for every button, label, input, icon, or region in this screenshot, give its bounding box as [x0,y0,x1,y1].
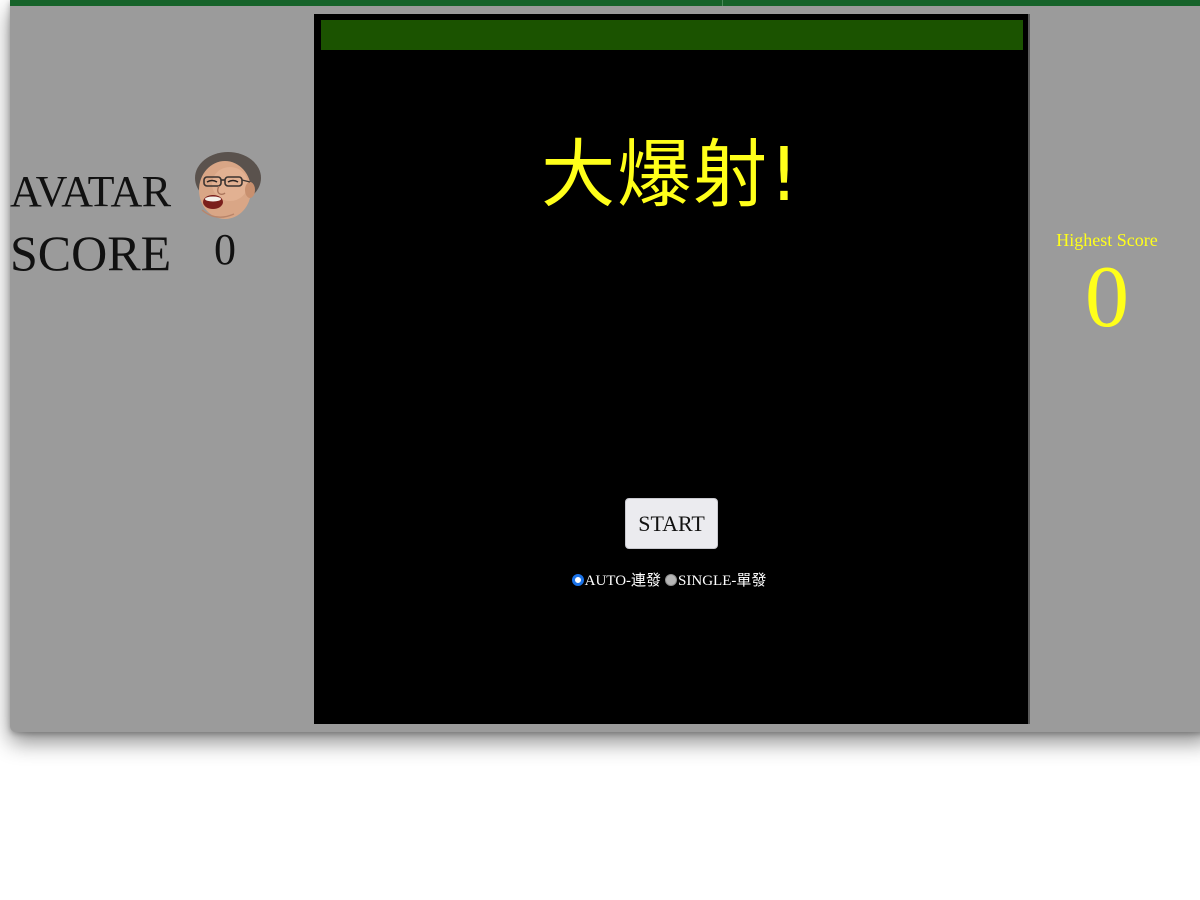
game-canvas[interactable]: 大爆射! START AUTO-連發 SINGLE-單發 [314,14,1030,724]
score-value: 0 [214,225,236,274]
game-top-bar [321,20,1023,50]
face-avatar-icon [195,152,261,219]
start-button[interactable]: START [625,498,718,549]
top-bar-divider [722,0,723,6]
single-mode-label[interactable]: SINGLE-單發 [678,569,766,590]
auto-mode-radio[interactable] [571,573,584,586]
fire-mode-selector: AUTO-連發 SINGLE-單發 [314,569,1028,590]
highest-score-panel: Highest Score 0 [1040,230,1174,342]
auto-mode-label[interactable]: AUTO-連發 [585,569,661,590]
single-mode-radio[interactable] [665,573,678,586]
game-title: 大爆射! [541,132,801,218]
avatar-label: AVATAR [10,167,171,216]
score-label: SCORE [10,225,172,281]
app-window: AVATAR SCORE 0 大爆射! START AUTO-連發 SINGLE… [10,0,1200,732]
top-bar [10,0,1200,6]
avatar-row: AVATAR [10,152,261,222]
highest-score-value: 0 [1085,248,1129,346]
score-row: SCORE 0 [10,225,236,281]
